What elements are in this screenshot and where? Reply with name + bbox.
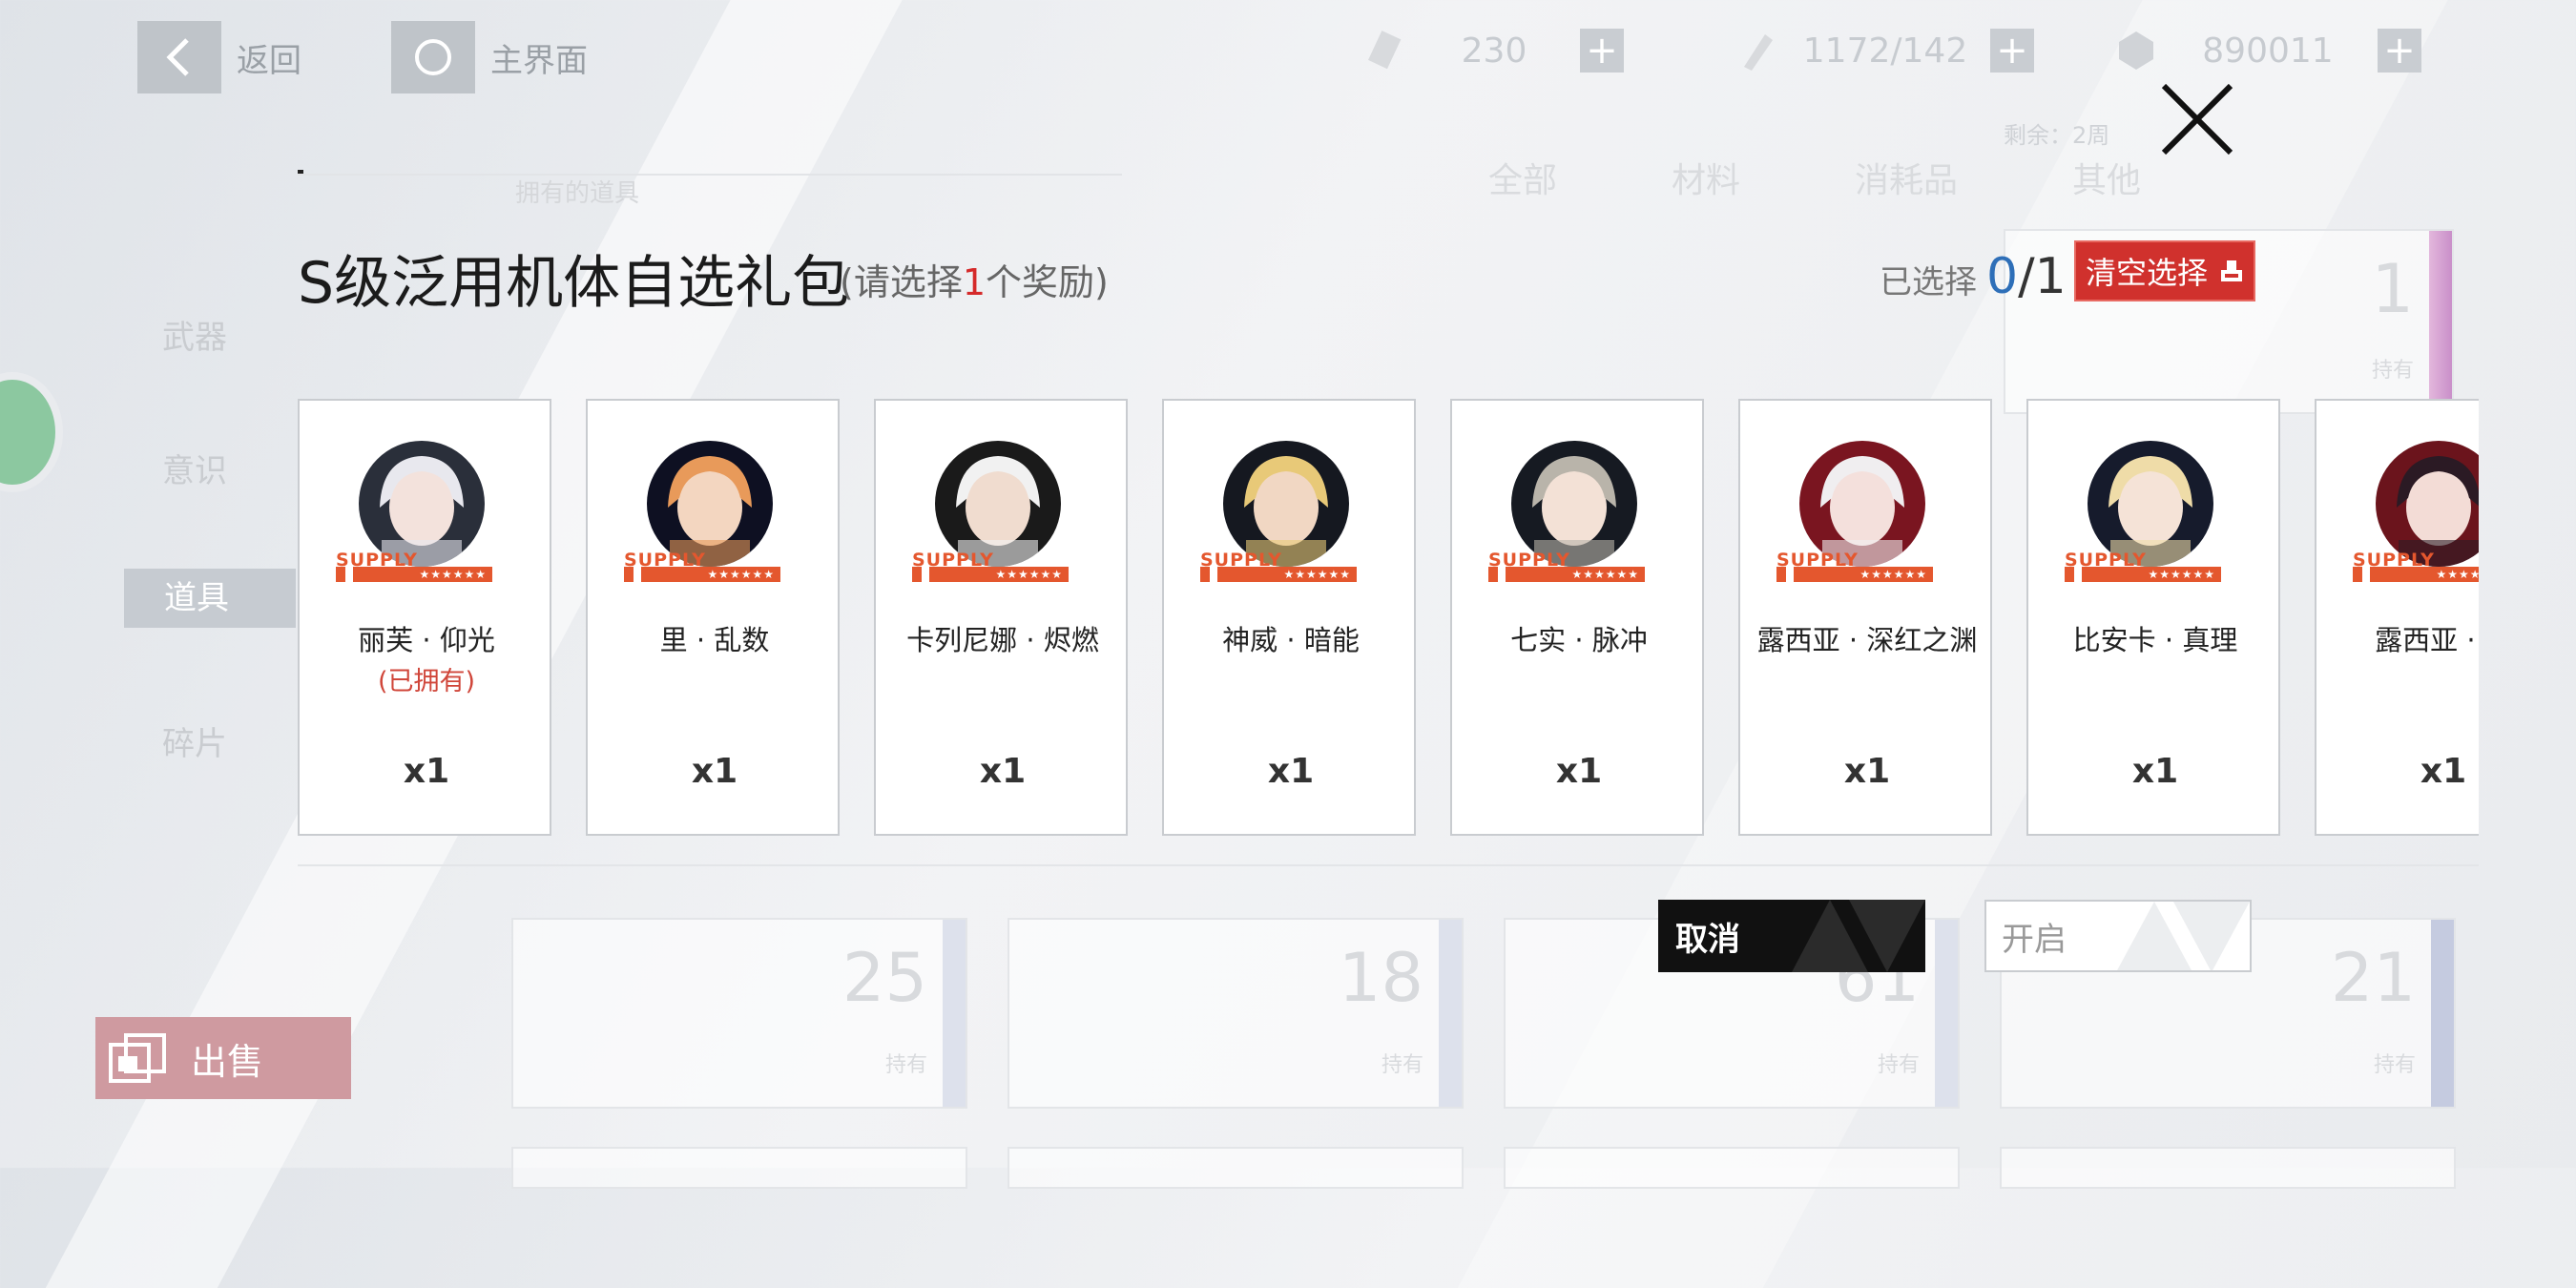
star-rating: ★★★★★★ (1571, 568, 1639, 581)
dialog-title: S级泛用机体自选礼包 (298, 250, 850, 317)
supply-text: SUPPLY (2065, 550, 2147, 571)
reward-card[interactable]: SUPPLY ★★★★★★ 卡列尼娜 · 烬燃 x1 (874, 399, 1128, 836)
supply-rank-badge: SUPPLY★★★★★★ (2353, 550, 2479, 582)
open-label: 开启 (2002, 920, 2067, 959)
divider (298, 864, 2479, 866)
character-name: 露西亚 · 鸦 (2375, 624, 2479, 656)
reward-card[interactable]: SUPPLY★★★★★★ 露西亚 · 鸦 x1 (2315, 399, 2479, 836)
selected-total: /1 (2018, 248, 2067, 305)
reward-card[interactable]: SUPPLY ★★★★★★ 七实 · 脉冲 x1 (1450, 399, 1704, 836)
item-quantity: x1 (1843, 752, 1891, 791)
reward-card[interactable]: SUPPLY ★★★★★★ 丽芙 · 仰光 (已拥有) x1 (298, 399, 551, 836)
gift-pack-dialog: S级泛用机体自选礼包 (请选择1个奖励) 已选择 0 /1 清空选择 SUPPL… (0, 0, 2576, 1168)
character-portrait (935, 441, 1061, 567)
star-rating: ★★★★★★ (419, 568, 487, 581)
supply-rank-badge: SUPPLY★★★★★★ (1200, 550, 1357, 582)
supply-rank-badge: SUPPLY★★★★★★ (1776, 550, 1933, 582)
triangle-deco (1792, 900, 1925, 972)
hint-count: 1 (962, 261, 987, 303)
item-quantity: x1 (1555, 752, 1603, 791)
item-quantity: x1 (1267, 752, 1315, 791)
close-icon[interactable] (2158, 80, 2236, 158)
character-name: 丽芙 · 仰光 (358, 624, 495, 656)
divider (298, 174, 1122, 176)
character-portrait (359, 441, 485, 567)
character-portrait (2376, 441, 2479, 567)
hint-suffix: 个奖励) (986, 261, 1109, 303)
supply-text: SUPPLY (1776, 550, 1859, 571)
star-rating: ★★★★★★ (995, 568, 1063, 581)
supply-rank-badge: SUPPLY★★★★★★ (1488, 550, 1645, 582)
clear-selection-button[interactable]: 清空选择 (2074, 240, 2255, 301)
character-name: 里 · 乱数 (659, 624, 770, 656)
supply-rank-badge: SUPPLY★★★★★★ (912, 550, 1069, 582)
item-quantity: x1 (2420, 752, 2467, 791)
reward-card[interactable]: SUPPLY ★★★★★★ 比安卡 · 真理 x1 (2026, 399, 2280, 836)
star-rating: ★★★★★★ (2148, 568, 2215, 581)
supply-text: SUPPLY (336, 550, 418, 571)
cancel-label: 取消 (1675, 920, 1740, 959)
owned-tag: (已拥有) (377, 667, 476, 696)
star-rating: ★★★★★★ (2436, 568, 2479, 581)
supply-text: SUPPLY (624, 550, 706, 571)
reward-card[interactable]: SUPPLY ★★★★★★ 神威 · 暗能 x1 (1162, 399, 1416, 836)
character-portrait (1799, 441, 1925, 567)
character-name: 露西亚 · 深红之渊 (1756, 624, 1978, 656)
clear-label: 清空选择 (2085, 255, 2208, 291)
supply-text: SUPPLY (912, 550, 994, 571)
star-rating: ★★★★★★ (1859, 568, 1927, 581)
selected-counter: 已选择 0 /1 (1880, 248, 2067, 305)
reward-card-list: SUPPLY ★★★★★★ 丽芙 · 仰光 (已拥有) x1 SUPPLY ★★★★★★ 里 … (298, 399, 2479, 840)
character-portrait (2088, 441, 2213, 567)
hint-prefix: (请选择 (840, 261, 963, 303)
open-button[interactable]: 开启 (1984, 900, 2252, 972)
item-quantity: x1 (691, 752, 738, 791)
star-rating: ★★★★★★ (707, 568, 775, 581)
item-quantity: x1 (979, 752, 1027, 791)
selected-label: 已选择 (1880, 263, 1977, 301)
supply-rank-badge: SUPPLY★★★★★★ (336, 550, 492, 582)
selection-hint: (请选择1个奖励) (840, 253, 1109, 305)
character-name: 神威 · 暗能 (1222, 624, 1360, 656)
star-rating: ★★★★★★ (1283, 568, 1351, 581)
supply-rank-badge: SUPPLY★★★★★★ (624, 550, 780, 582)
item-quantity: x1 (403, 752, 450, 791)
triangle-deco (2117, 902, 2250, 970)
supply-text: SUPPLY (1488, 550, 1570, 571)
item-quantity: x1 (2131, 752, 2179, 791)
reward-card[interactable]: SUPPLY ★★★★★★ 露西亚 · 深红之渊 x1 (1738, 399, 1992, 836)
character-portrait (647, 441, 773, 567)
character-name: 卡列尼娜 · 烬燃 (906, 624, 1099, 656)
supply-text: SUPPLY (2353, 550, 2435, 571)
character-portrait (1223, 441, 1349, 567)
supply-text: SUPPLY (1200, 550, 1282, 571)
character-name: 七实 · 脉冲 (1510, 624, 1648, 656)
character-portrait (1511, 441, 1637, 567)
reward-card[interactable]: SUPPLY ★★★★★★ 里 · 乱数 x1 (586, 399, 840, 836)
selected-count: 0 (1986, 248, 2019, 305)
eraser-icon (2221, 260, 2242, 281)
supply-rank-badge: SUPPLY★★★★★★ (2065, 550, 2221, 582)
character-name: 比安卡 · 真理 (2072, 624, 2238, 656)
cancel-button[interactable]: 取消 (1658, 900, 1925, 972)
